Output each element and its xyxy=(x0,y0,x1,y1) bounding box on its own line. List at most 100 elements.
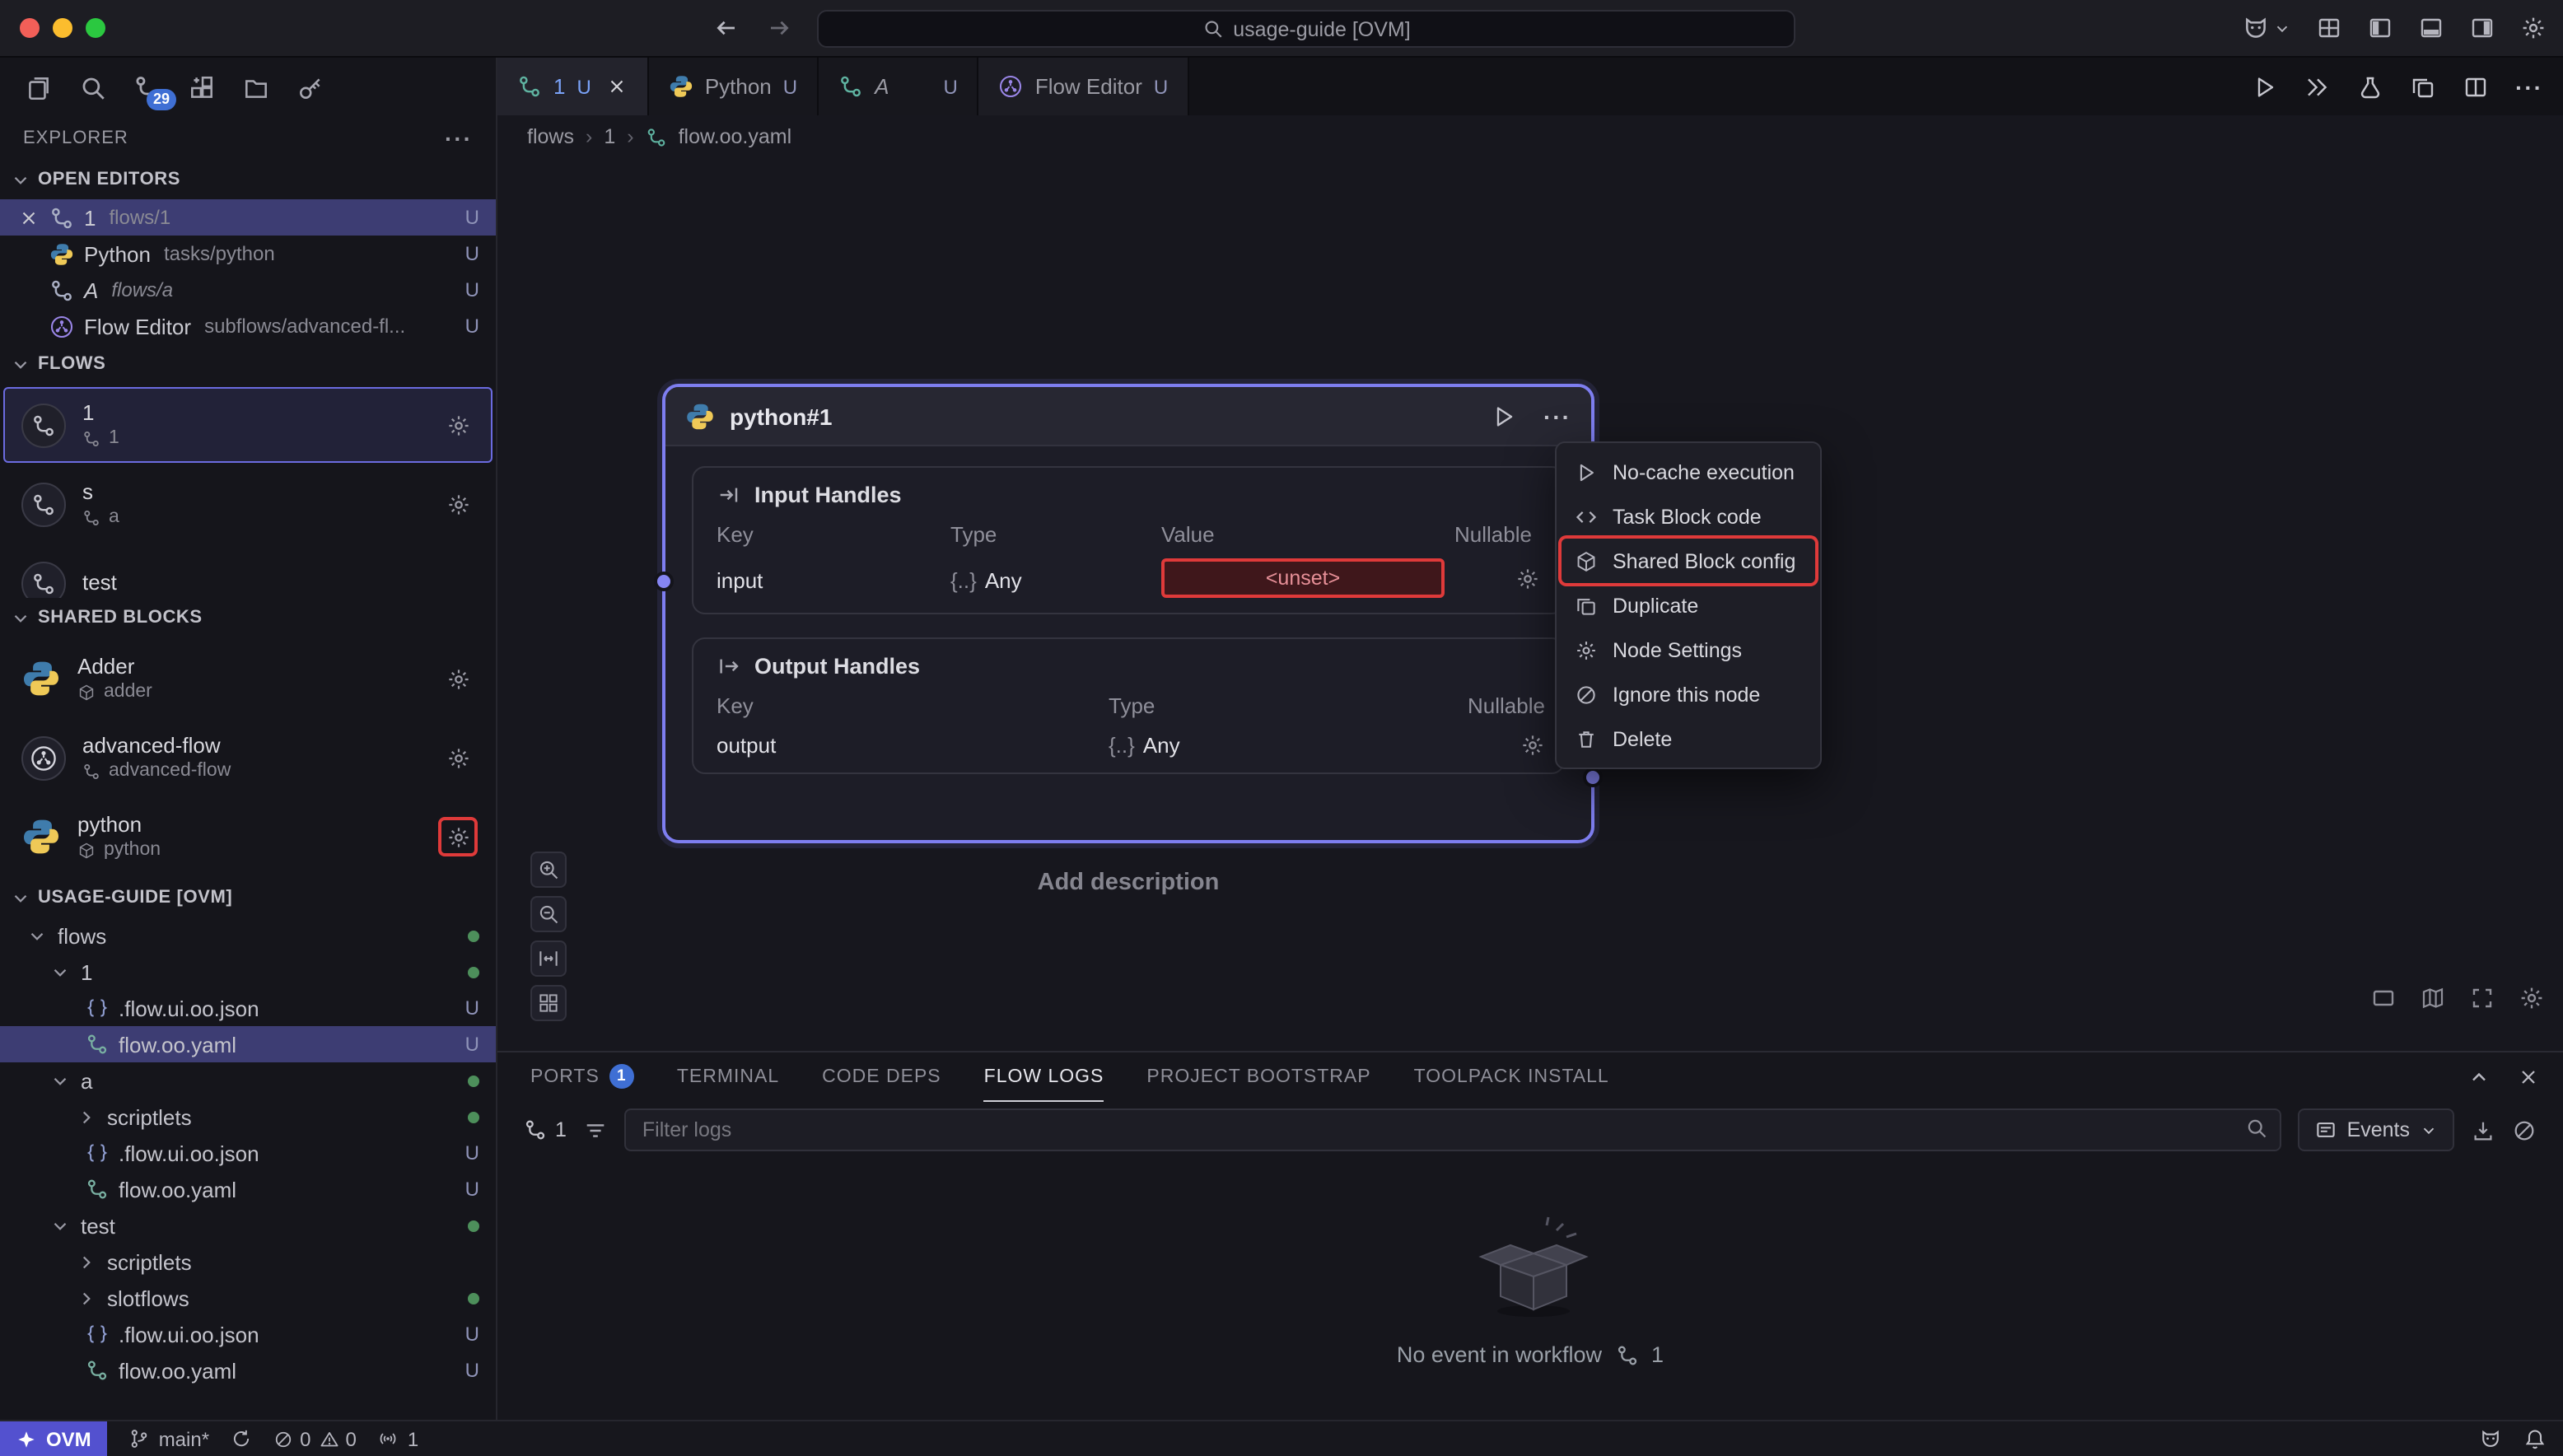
tree-folder[interactable]: slotflows xyxy=(0,1280,496,1316)
tab-python[interactable]: Python U xyxy=(649,58,819,115)
tree-folder[interactable]: a xyxy=(0,1062,496,1099)
breadcrumb-item[interactable]: 1 xyxy=(604,125,615,148)
menu-item-task-block-code[interactable]: Task Block code xyxy=(1562,494,1815,539)
flows-section-header[interactable]: FLOWS xyxy=(0,344,496,384)
duplicate-view-icon[interactable] xyxy=(2410,73,2436,100)
fullscreen-icon[interactable] xyxy=(2469,985,2495,1011)
flow-list-item[interactable]: 1 1 xyxy=(3,387,493,463)
tree-folder[interactable]: test xyxy=(0,1207,496,1244)
canvas-settings-gear[interactable] xyxy=(2519,985,2545,1011)
flow-list-item[interactable]: s a xyxy=(3,466,493,542)
copilot-menu-button[interactable] xyxy=(2242,14,2291,42)
toggle-sidebar-right-button[interactable] xyxy=(2469,15,2495,41)
extensions-activity-button[interactable] xyxy=(183,69,219,105)
tab-flow-1[interactable]: 1 U xyxy=(497,58,649,115)
shared-block-settings-gear[interactable] xyxy=(441,662,474,695)
tree-folder[interactable]: scriptlets xyxy=(0,1099,496,1135)
menu-item-no-cache-execution[interactable]: No-cache execution xyxy=(1562,450,1815,494)
forward-button[interactable] xyxy=(766,15,792,41)
export-logs-button[interactable] xyxy=(2471,1118,2495,1142)
panel-tab-flow-logs[interactable]: FLOW LOGS xyxy=(984,1052,1104,1102)
handle-settings-gear[interactable] xyxy=(1520,730,1545,757)
panel-tab-code-deps[interactable]: CODE DEPS xyxy=(822,1052,941,1102)
settings-gear-button[interactable] xyxy=(2520,15,2547,41)
flow-settings-gear[interactable] xyxy=(441,408,474,441)
handle-settings-gear[interactable] xyxy=(1515,565,1540,591)
events-dropdown[interactable]: Events xyxy=(2298,1108,2454,1151)
git-branch-button[interactable]: main* xyxy=(129,1427,209,1450)
close-editor-icon[interactable] xyxy=(17,207,39,228)
forwarded-ports-button[interactable]: 1 xyxy=(378,1427,418,1450)
open-editor-item[interactable]: 1 flows/1 U xyxy=(0,199,496,236)
zoom-in-button[interactable] xyxy=(530,852,567,888)
tree-file-selected[interactable]: flow.oo.yamlU xyxy=(0,1026,496,1062)
tab-flow-a[interactable]: A U xyxy=(819,58,979,115)
shared-block-settings-gear-highlighted[interactable] xyxy=(441,820,474,853)
screen-icon[interactable] xyxy=(2370,985,2397,1011)
run-button[interactable] xyxy=(2252,73,2278,100)
explorer-activity-button[interactable] xyxy=(20,69,56,105)
panel-tab-toolpack-install[interactable]: TOOLPACK INSTALL xyxy=(1414,1052,1609,1102)
zoom-out-button[interactable] xyxy=(530,896,567,932)
tree-file[interactable]: .flow.ui.oo.jsonU xyxy=(0,1316,496,1352)
toggle-sidebar-left-button[interactable] xyxy=(2367,15,2393,41)
input-port-dot[interactable] xyxy=(654,572,674,591)
close-panel-button[interactable] xyxy=(2517,1066,2540,1089)
back-button[interactable] xyxy=(713,15,740,41)
zoom-window-button[interactable] xyxy=(86,18,105,38)
panel-tab-project-bootstrap[interactable]: PROJECT BOOTSTRAP xyxy=(1146,1052,1370,1102)
problems-button[interactable]: 0 0 xyxy=(273,1427,357,1450)
tree-folder[interactable]: 1 xyxy=(0,954,496,990)
menu-item-duplicate[interactable]: Duplicate xyxy=(1562,583,1815,628)
breadcrumb-item[interactable]: flow.oo.yaml xyxy=(679,125,792,148)
ovm-status-button[interactable]: OVM xyxy=(0,1421,108,1456)
toggle-panel-button[interactable] xyxy=(2418,15,2444,41)
node-description-placeholder[interactable]: Add description xyxy=(662,870,1594,896)
search-activity-button[interactable] xyxy=(74,69,110,105)
folder-activity-button[interactable] xyxy=(237,69,273,105)
map-icon[interactable] xyxy=(2420,985,2446,1011)
tree-file[interactable]: flow.oo.yamlU xyxy=(0,1352,496,1388)
open-editors-header[interactable]: OPEN EDITORS xyxy=(0,160,496,199)
split-editor-button[interactable] xyxy=(2463,73,2489,100)
menu-item-delete[interactable]: Delete xyxy=(1562,716,1815,761)
output-port-dot[interactable] xyxy=(1583,768,1603,787)
shared-block-item[interactable]: python python xyxy=(3,799,493,875)
panel-tab-ports[interactable]: PORTS 1 xyxy=(530,1052,634,1102)
clear-logs-button[interactable] xyxy=(2512,1118,2537,1142)
log-level-filter-button[interactable] xyxy=(583,1118,608,1142)
panel-tab-terminal[interactable]: TERMINAL xyxy=(677,1052,779,1102)
node-python-1[interactable]: python#1 ··· Input Handles Key xyxy=(662,384,1594,843)
close-tab-button[interactable] xyxy=(606,76,628,97)
secrets-activity-button[interactable] xyxy=(292,69,328,105)
workflow-selector[interactable]: 1 xyxy=(524,1118,567,1141)
menu-item-node-settings[interactable]: Node Settings xyxy=(1562,628,1815,672)
node-header[interactable]: python#1 ··· xyxy=(665,387,1591,446)
shared-blocks-section-header[interactable]: SHARED BLOCKS xyxy=(0,598,496,637)
layout-grid-button[interactable] xyxy=(530,985,567,1021)
tree-folder[interactable]: flows xyxy=(0,917,496,954)
breadcrumb-item[interactable]: flows xyxy=(527,125,574,148)
command-center-search[interactable]: usage-guide [OVM] xyxy=(817,10,1795,48)
menu-item-ignore-node[interactable]: Ignore this node xyxy=(1562,672,1815,716)
more-actions-button[interactable]: ··· xyxy=(2515,73,2543,100)
menu-item-shared-block-config-highlighted[interactable]: Shared Block config xyxy=(1562,539,1815,583)
node-more-button[interactable]: ··· xyxy=(1543,403,1571,429)
minimize-window-button[interactable] xyxy=(53,18,72,38)
tab-flow-editor[interactable]: Flow Editor U xyxy=(979,58,1189,115)
run-node-button[interactable] xyxy=(1491,403,1517,429)
explorer-more-button[interactable]: ··· xyxy=(445,125,473,152)
open-editor-item[interactable]: Flow Editor subflows/advanced-fl... U xyxy=(0,308,496,344)
sync-changes-button[interactable] xyxy=(231,1428,252,1449)
notifications-bell-icon[interactable] xyxy=(2523,1427,2547,1450)
tree-file[interactable]: .flow.ui.oo.jsonU xyxy=(0,1135,496,1171)
shared-block-item[interactable]: Adder adder xyxy=(3,641,493,716)
shared-block-item[interactable]: advanced-flow advanced-flow xyxy=(3,720,493,796)
flows-activity-button[interactable]: 29 xyxy=(128,69,165,105)
flow-settings-gear[interactable] xyxy=(441,488,474,520)
open-editor-item[interactable]: Python tasks/python U xyxy=(0,236,496,272)
copilot-cat-icon[interactable] xyxy=(2479,1427,2502,1450)
flow-canvas[interactable]: python#1 ··· Input Handles Key xyxy=(497,158,2563,1051)
close-window-button[interactable] xyxy=(20,18,40,38)
shared-block-settings-gear[interactable] xyxy=(441,741,474,774)
